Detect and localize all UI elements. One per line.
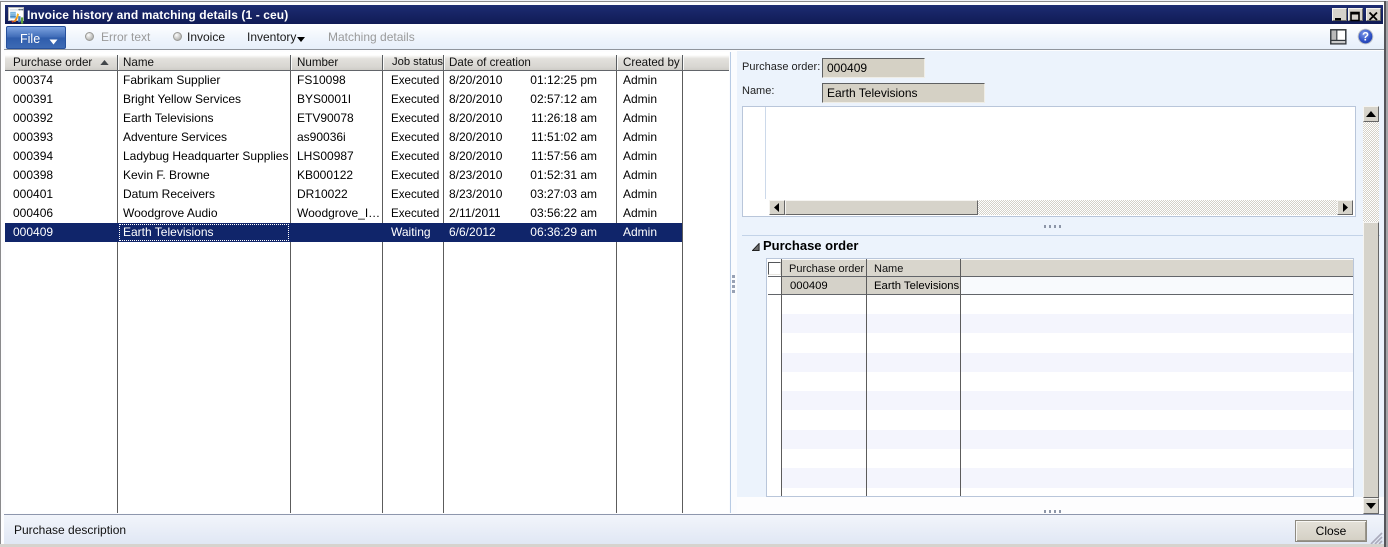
svg-text:?: ? <box>1362 32 1369 44</box>
